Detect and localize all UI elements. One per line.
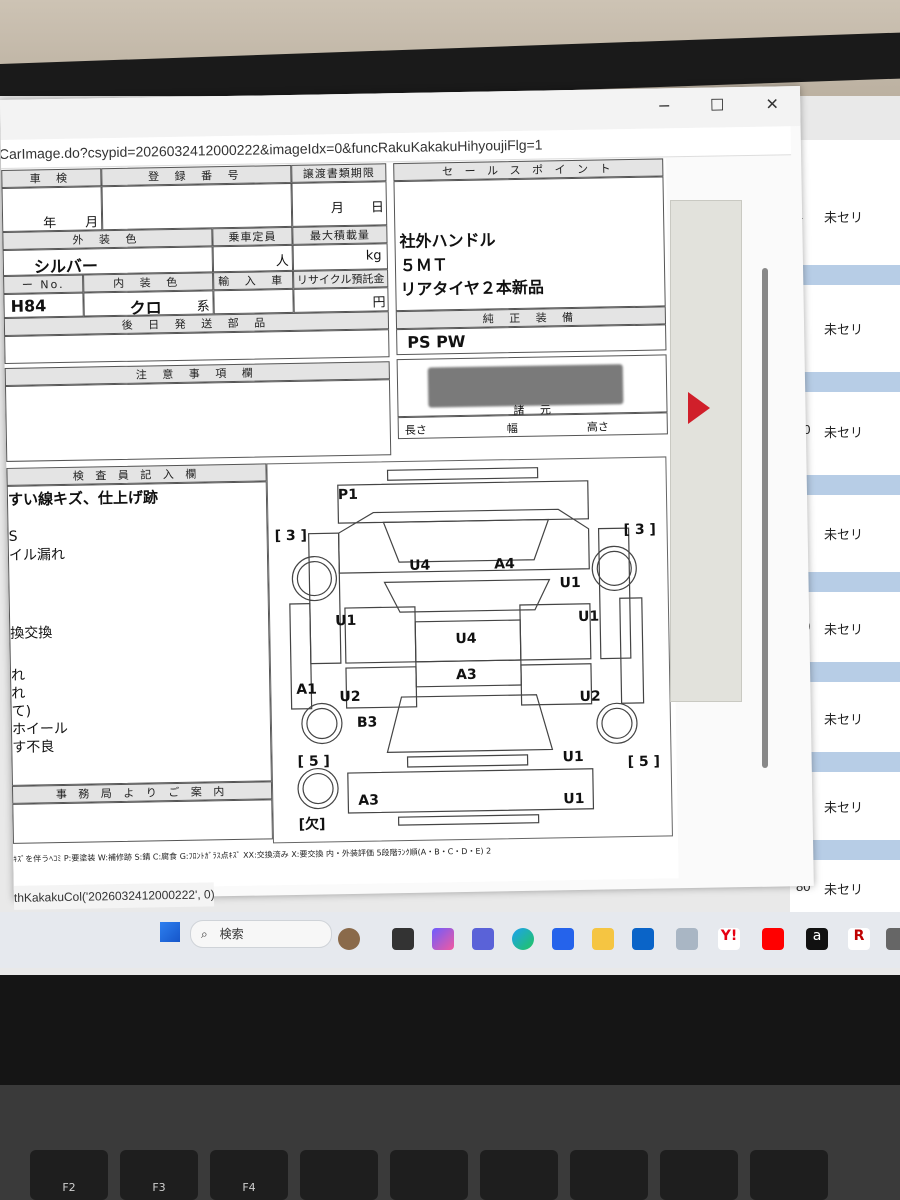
youtube-icon[interactable] <box>762 928 784 950</box>
color-no-cell: H84 <box>3 292 84 318</box>
copilot-icon[interactable] <box>432 928 454 950</box>
keyboard-key[interactable] <box>570 1150 648 1200</box>
damage-mark: [欠] <box>298 816 326 833</box>
yahoo-icon[interactable]: Y! <box>718 928 740 950</box>
sales-points-cell: 社外ハンドル ５ＭＴ リアタイヤ２本新品 <box>393 176 666 312</box>
interior-color-cell: クロ 系 <box>83 290 214 318</box>
max-load-cell: kg <box>292 243 389 271</box>
store-icon[interactable] <box>552 928 574 950</box>
image-scroll-panel[interactable] <box>670 200 742 702</box>
start-icon[interactable] <box>160 922 180 942</box>
damage-mark: U2 <box>339 688 361 706</box>
notes-cell <box>4 379 392 462</box>
damage-mark: U1 <box>563 790 585 808</box>
registration-value-cell <box>101 182 293 231</box>
app-icon[interactable] <box>886 928 900 950</box>
teams-icon[interactable] <box>472 928 494 950</box>
status-bar: thKakakuCol('2026032412000222', 0); <box>13 882 215 910</box>
weather-icon[interactable] <box>338 928 360 950</box>
later-parts-cell <box>4 329 390 364</box>
transfer-deadline-cell: 月 日 <box>291 181 388 227</box>
sales-point-line: 社外ハンドル <box>399 230 496 252</box>
genuine-equipment-cell: PS PW <box>396 324 667 356</box>
max-load-label: 最大積載量 <box>292 225 388 245</box>
genuine-equipment-value: PS PW <box>407 331 466 352</box>
table-row[interactable]: 1未セリ <box>790 312 900 342</box>
damage-mark: [ 5 ] <box>297 753 331 770</box>
capacity-label: 乗車定員 <box>212 226 293 247</box>
damage-mark: U1 <box>562 748 584 766</box>
edge-icon[interactable] <box>512 928 534 950</box>
recycle-label: リサイクル預託金 <box>293 269 389 289</box>
search-placeholder: 検索 <box>219 927 244 941</box>
import-cell <box>213 288 294 315</box>
damage-mark: A4 <box>494 556 515 573</box>
car-condition-diagram: P1 [ 3 ] [ 3 ] U4 A4 U1 U1 U1 U4 A3 A1 U… <box>266 456 673 844</box>
app-icon[interactable] <box>676 928 698 950</box>
legend-text: ｷｽﾞを伴うﾍｺﾐ P:要塗装 W:補修跡 S:錆 C:腐食 G:ﾌﾛﾝﾄｶﾞﾗ… <box>13 846 492 864</box>
sales-point-line: リアタイヤ２本新品 <box>400 277 545 300</box>
table-row[interactable]: 1未セリ <box>790 200 900 230</box>
keyboard-key[interactable] <box>480 1150 558 1200</box>
keyboard-key[interactable] <box>750 1150 828 1200</box>
file-explorer-icon[interactable] <box>592 928 614 950</box>
url-text: CarImage.do?csypid=2026032412000222&imag… <box>0 136 543 163</box>
damage-mark: U4 <box>409 557 431 574</box>
f3-key[interactable]: F3 <box>120 1150 198 1200</box>
keyboard-key[interactable] <box>660 1150 738 1200</box>
row-band <box>790 372 900 392</box>
task-view-icon[interactable] <box>392 928 414 950</box>
vertical-scrollbar[interactable] <box>762 268 768 768</box>
damage-mark: U1 <box>559 574 581 592</box>
taskbar-search[interactable]: ⌕ 検索 <box>190 920 332 948</box>
next-image-arrow-icon[interactable] <box>688 392 710 424</box>
damage-mark: [ 3 ] <box>623 521 657 539</box>
damage-mark: U1 <box>335 612 357 630</box>
rakuten-icon[interactable]: R <box>848 928 870 950</box>
monitor-bezel-bottom <box>0 975 900 1085</box>
damage-mark: U4 <box>455 630 477 648</box>
inspector-notes-cell: すい線キズ、仕上げ跡 S イル漏れ 換交換 れ れ て) ホイール す不良 <box>6 481 272 786</box>
import-label: 輸 入 車 <box>213 270 294 291</box>
interior-color-label: 内 装 色 <box>83 272 214 293</box>
car-outline <box>289 467 645 826</box>
transfer-deadline-label: 譲渡書類期限 <box>291 163 387 183</box>
damage-mark: P1 <box>337 486 359 504</box>
damage-mark: U2 <box>579 688 601 705</box>
color-no-label: ー No. <box>3 274 84 294</box>
exterior-color-cell: シルバー <box>2 246 214 276</box>
minimize-icon[interactable]: ─ <box>650 96 678 115</box>
damage-mark: [ 3 ] <box>274 527 308 545</box>
f4-key[interactable]: F4 <box>210 1150 288 1200</box>
color-no-value: H84 <box>10 296 47 316</box>
damage-mark: A3 <box>358 792 380 809</box>
dimensions-values: 長さ 幅 高さ <box>397 412 668 440</box>
damage-mark: B3 <box>356 714 378 731</box>
damage-mark: A1 <box>296 681 318 698</box>
table-row[interactable]: 00未セリ <box>790 415 900 445</box>
close-icon[interactable]: ✕ <box>758 94 786 113</box>
keyboard-key[interactable] <box>300 1150 378 1200</box>
shaken-value-cell: 年 月 <box>1 186 103 232</box>
shaken-label: 車 検 <box>1 168 102 188</box>
auction-sheet: 車 検 登 録 番 号 譲渡書類期限 年 月 月 日 外 装 色 乗車定員 最大… <box>1 158 679 890</box>
row-band <box>790 265 900 285</box>
search-icon: ⌕ <box>201 927 208 941</box>
capacity-cell: 人 <box>212 244 294 273</box>
damage-mark: A3 <box>455 666 477 684</box>
amazon-icon[interactable]: a <box>806 928 828 950</box>
outlook-icon[interactable] <box>632 928 654 950</box>
maximize-icon[interactable]: ☐ <box>703 95 731 114</box>
sales-point-line: ５ＭＴ <box>399 255 449 276</box>
dimensions-box: 諸 元 <box>396 354 668 418</box>
damage-mark: [ 5 ] <box>627 753 661 771</box>
keyboard-key[interactable] <box>390 1150 468 1200</box>
recycle-cell: 円 <box>293 287 389 313</box>
office-notice-cell <box>12 799 273 844</box>
damage-mark: U1 <box>577 608 600 625</box>
f2-key[interactable]: F2 <box>30 1150 108 1200</box>
